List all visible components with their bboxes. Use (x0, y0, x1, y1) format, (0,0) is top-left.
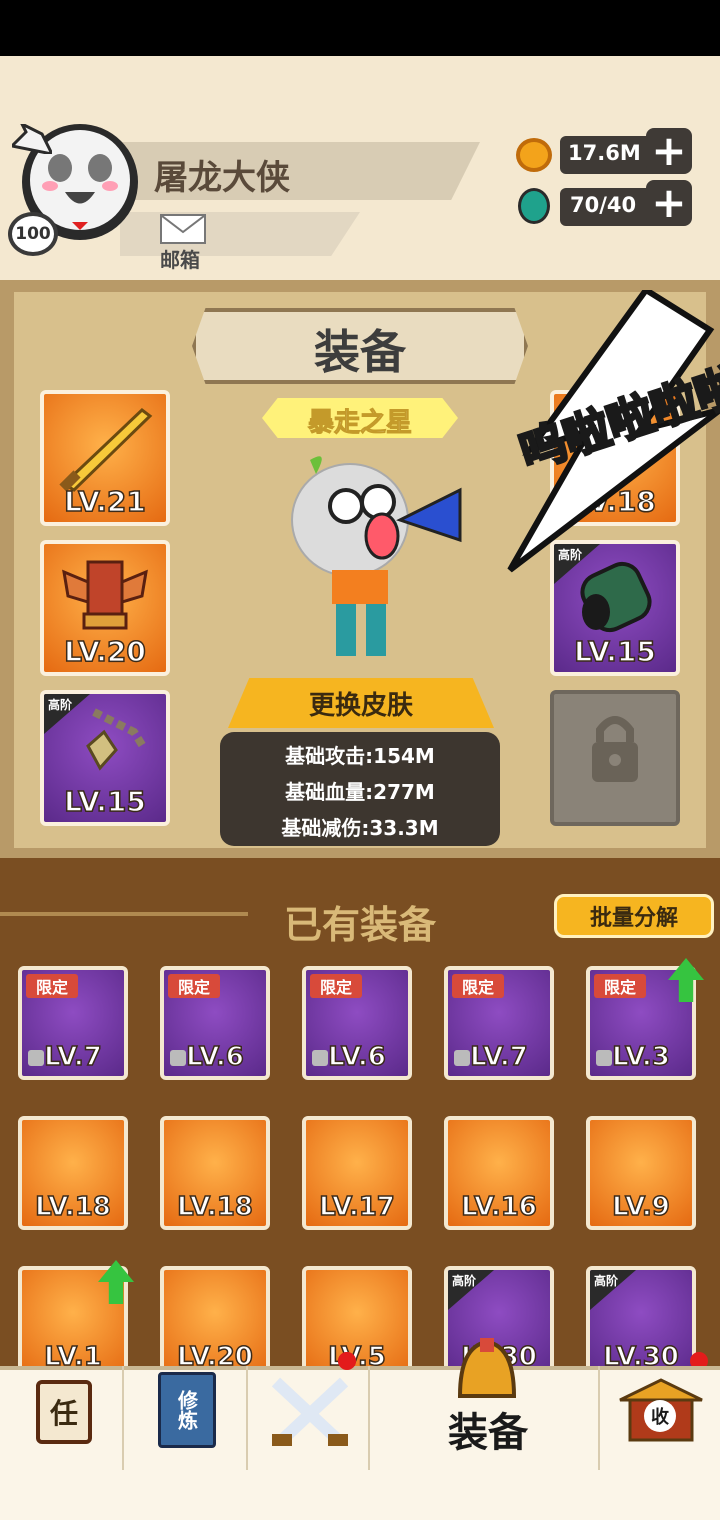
item-level: LV.18 (34, 1191, 111, 1223)
nav-equipment-label: 装备 (448, 1410, 528, 1456)
item-level: LV.17 (318, 1191, 395, 1223)
player-level-badge: 100 (8, 212, 58, 256)
coin-icon (516, 138, 552, 172)
stat-attack: 基础攻击:154M (285, 744, 435, 768)
mail-plate (120, 212, 360, 256)
accessory-slot[interactable]: 高阶 LV.15 (40, 690, 170, 826)
armor-slot[interactable]: LV.20 (40, 540, 170, 676)
owned-item[interactable]: 高阶 LV.30 (586, 1266, 696, 1380)
limited-tag: 限定 (452, 974, 504, 998)
item-level: LV.18 (176, 1191, 253, 1223)
owned-item[interactable]: LV.5 (302, 1266, 412, 1380)
batch-dismantle-button[interactable]: 批量分解 (554, 894, 714, 938)
batch-dismantle-label: 批量分解 (589, 906, 678, 931)
tier-label: 高阶 (452, 1274, 477, 1288)
item-level: LV.3 (611, 1041, 670, 1073)
change-skin-label: 更换皮肤 (308, 690, 413, 721)
gem-value: 70/40 (570, 193, 637, 217)
nav-collect[interactable]: 收 (600, 1366, 720, 1470)
collect-badge: 收 (644, 1400, 676, 1432)
owned-item[interactable]: 限定 LV.6 (302, 966, 412, 1080)
add-coins-button[interactable]: + (646, 128, 692, 174)
nav-tasks[interactable]: 任 (0, 1366, 124, 1470)
owned-title: 已有装备 (283, 903, 436, 947)
nav-cultivate[interactable]: 修炼 (124, 1366, 248, 1470)
slot-level: LV.20 (63, 634, 146, 669)
slot-level: LV.15 (573, 634, 656, 669)
item-level: LV.7 (43, 1041, 102, 1073)
stat-hp: 基础血量:277M (285, 780, 435, 804)
slot-level: LV.15 (63, 784, 146, 819)
amulet-icon (86, 708, 148, 771)
locked-slot[interactable] (550, 690, 680, 826)
owned-item[interactable]: 限定 LV.6 (160, 966, 270, 1080)
item-level: LV.6 (185, 1041, 244, 1073)
owned-item[interactable]: 限定 LV.7 (444, 966, 554, 1080)
cultivate-glyph: 修炼 (174, 1390, 199, 1430)
padlock-icon (592, 716, 638, 782)
item-level: LV.7 (469, 1041, 528, 1073)
notification-dot (338, 1352, 356, 1370)
book-icon: 修炼 (158, 1372, 216, 1448)
collect-glyph: 收 (651, 1407, 669, 1428)
stats-panel: 基础攻击:154M 基础血量:277M 基础减伤:33.3M (220, 732, 500, 846)
status-bar (0, 0, 720, 56)
skin-name: 暴走之星 (307, 408, 412, 439)
limited-tag: 限定 (26, 974, 78, 998)
limited-tag: 限定 (310, 974, 362, 998)
mail-icon[interactable] (160, 214, 206, 244)
item-level: LV.9 (611, 1191, 670, 1223)
bottom-area (0, 1470, 720, 1520)
hair-spike-icon (8, 120, 55, 157)
slot-level: LV.21 (63, 484, 146, 519)
player-name: 屠龙大侠 (154, 158, 290, 198)
owned-item[interactable]: LV.16 (444, 1116, 554, 1230)
owned-item[interactable]: LV.17 (302, 1116, 412, 1230)
item-level: LV.16 (460, 1191, 537, 1223)
character-figure (270, 440, 470, 676)
limited-tag: 限定 (594, 974, 646, 998)
stat-damage-reduction: 基础减伤:33.3M (281, 816, 439, 840)
task-scroll-icon: 任 (36, 1380, 92, 1444)
golden-sword-icon (59, 408, 153, 492)
gem-icon (518, 188, 550, 224)
weapon-slot[interactable]: LV.21 (40, 390, 170, 526)
crossed-swords-icon (271, 1377, 349, 1446)
owned-item[interactable]: LV.9 (586, 1116, 696, 1230)
item-level: LV.6 (327, 1041, 386, 1073)
divider (0, 912, 248, 916)
owned-item[interactable]: LV.20 (160, 1266, 270, 1380)
nav-battle[interactable] (248, 1352, 370, 1470)
add-gems-button[interactable]: + (646, 180, 692, 226)
change-skin-button[interactable]: 更换皮肤 (228, 678, 494, 728)
mail-label[interactable]: 邮箱 (160, 244, 200, 273)
armor-icon (62, 560, 148, 630)
tier-label: 高阶 (594, 1274, 619, 1288)
coin-value: 17.6M (568, 141, 641, 165)
limited-tag: 限定 (168, 974, 220, 998)
owned-item[interactable]: LV.18 (160, 1116, 270, 1230)
owned-item[interactable]: LV.18 (18, 1116, 128, 1230)
task-glyph: 任 (49, 1397, 78, 1430)
owned-item[interactable]: 限定 LV.7 (18, 966, 128, 1080)
